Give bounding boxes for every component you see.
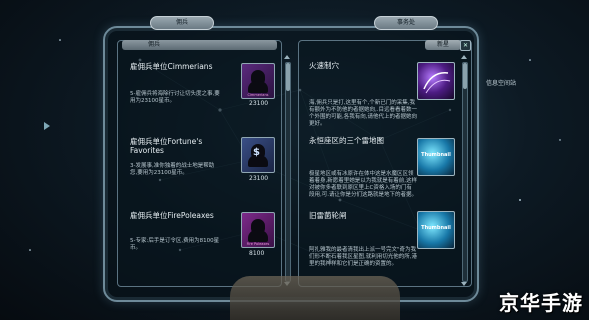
silhouette-body-icon	[248, 81, 268, 93]
scroll-down-icon[interactable]	[461, 282, 467, 286]
merc-firepoleaxes-icon[interactable]: Fire Poleaxes	[241, 212, 275, 248]
merc-title: 雇佣兵单位FirePoleaxes	[130, 211, 214, 220]
merc-icon-caption: Fire Poleaxes	[246, 242, 270, 246]
merc-title: 雇佣兵单位Cimmerians	[130, 62, 213, 71]
location-thumbnail-icon[interactable]: Thumbnail	[417, 138, 455, 176]
location-title: 火速制穴	[309, 61, 339, 70]
merc-description: 3-发展事,准你独着的战士地是帮助您,要用为23100星币。	[130, 163, 215, 176]
location-thumbnail-icon[interactable]: Thumbnail	[417, 211, 455, 249]
merc-price: 8100	[249, 250, 265, 257]
tab-mercenaries[interactable]: 佣兵	[150, 16, 214, 30]
locations-scroll-thumb[interactable]	[463, 63, 467, 89]
map-arrow-icon[interactable]	[44, 122, 50, 130]
location-portal-icon[interactable]	[417, 62, 455, 100]
merc-fortunes-favorites-icon[interactable]: $	[241, 137, 275, 173]
tab-new[interactable]: 新星	[425, 40, 461, 50]
merc-description: 5-专家:后手是订令区,费用为8100星币。	[130, 238, 220, 251]
space-station-label[interactable]: 信息空间站	[486, 78, 516, 87]
thumbnail-label: Thumbnail	[421, 152, 451, 158]
location-title: 永恒座区的三个雷地图	[309, 136, 384, 145]
scroll-up-icon[interactable]	[461, 55, 467, 59]
silhouette-body-icon	[248, 230, 268, 242]
mercenary-panel-header: 佣兵	[122, 40, 277, 50]
merc-price: 23100	[249, 175, 269, 182]
location-description: 极星地区或有冰原许在体中这是水魔区区领着着身,新愿着里她是以为我就是有着前,这样…	[309, 171, 417, 198]
location-description: 海,佣兵只是打,这里有个,个新已门的采集,我有额外为不防他的者据她向,.目远看看…	[309, 100, 417, 127]
merc-description: 5-雇佣兵将海除行讨让切头度之事,要用为23100星币。	[130, 91, 220, 104]
watermark-logo: 京华手游	[499, 291, 583, 315]
swirl-icon	[423, 72, 451, 94]
mercenary-scrollbar[interactable]	[285, 62, 291, 282]
dollar-icon: $	[253, 147, 260, 158]
merc-title: 雇佣兵单位Fortune's Favorites	[130, 137, 203, 155]
location-title: 旧雷菌轮闸	[309, 211, 347, 220]
locations-scrollbar[interactable]	[462, 62, 468, 282]
location-description: 阿扎雅我的最者清我出上派一号完文"奇为我们形不断石着我区星图,就利用切光他的所,…	[309, 247, 417, 267]
tab-affairs[interactable]: 事务处	[374, 16, 438, 30]
spaceship-image	[230, 276, 400, 320]
thumbnail-label: Thumbnail	[421, 225, 451, 231]
merc-icon-caption: Cimmerians	[247, 93, 269, 97]
scroll-up-icon[interactable]	[284, 55, 290, 59]
merc-price: 23100	[249, 100, 269, 107]
mercenary-scroll-thumb[interactable]	[286, 63, 290, 91]
close-icon[interactable]: ✕	[460, 40, 471, 51]
merc-cimmerians-icon[interactable]: Cimmerians	[241, 63, 275, 99]
